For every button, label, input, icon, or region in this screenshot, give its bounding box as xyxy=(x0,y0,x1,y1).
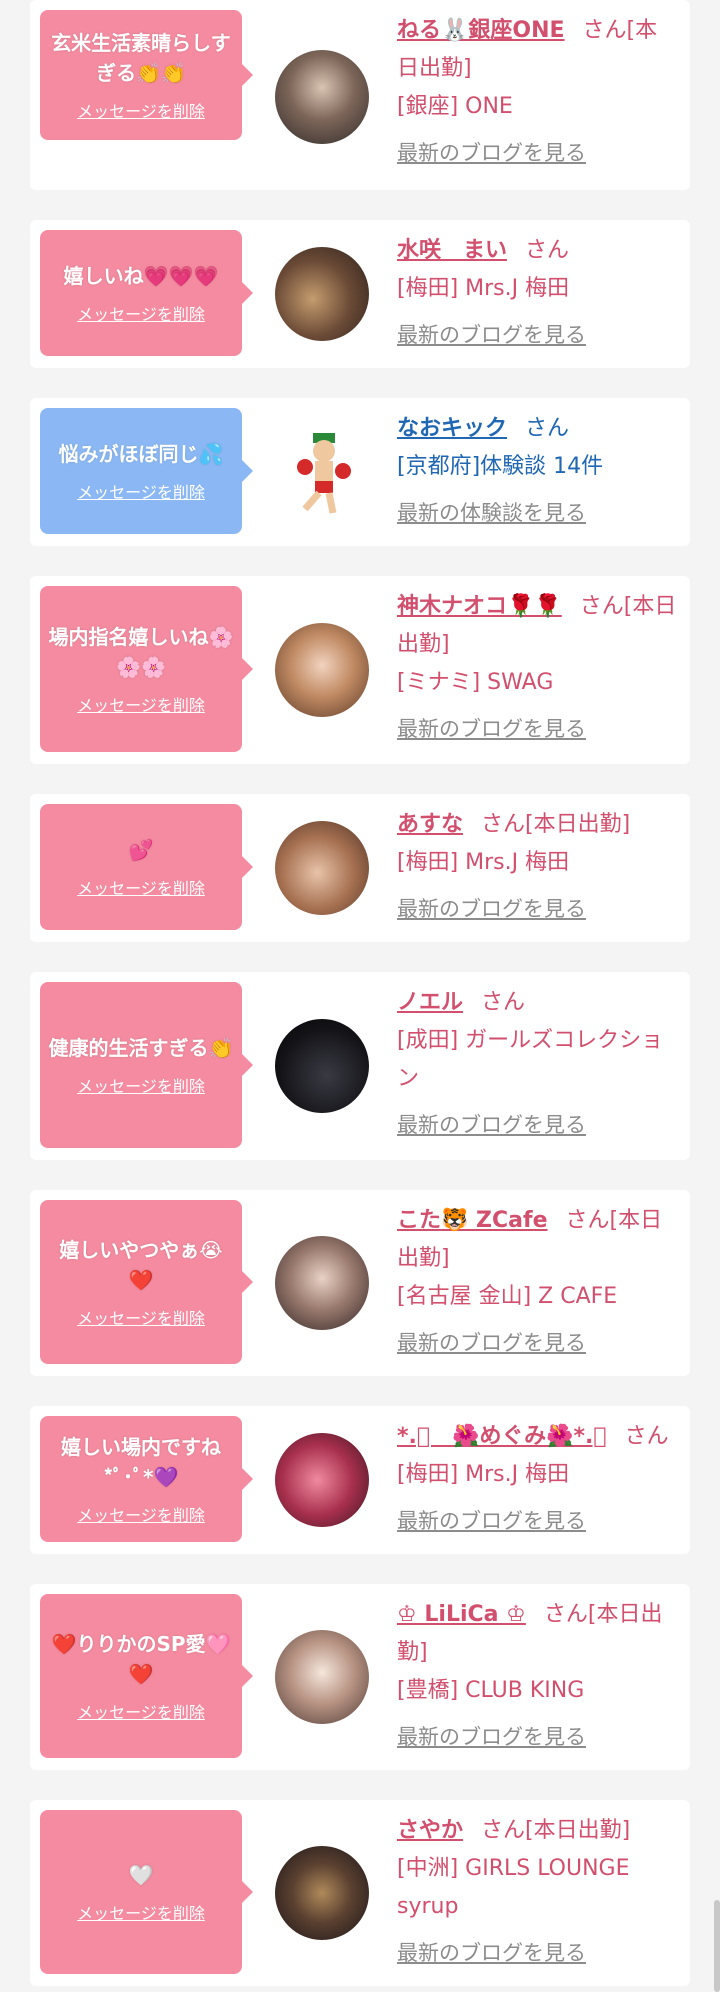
user-info: ねる🐰銀座ONE さん[本日出勤] [銀座] ONE 最新のブログを見る xyxy=(397,12,678,173)
message-text: 🤍 xyxy=(128,1863,154,1887)
user-info: こた🐯 ZCafe さん[本日出勤] [名古屋 金山] Z CAFE 最新のブログ… xyxy=(397,1202,678,1363)
user-name-link[interactable]: なおキック xyxy=(397,416,507,441)
latest-blog-link[interactable]: 最新のブログを見る xyxy=(397,1502,586,1540)
shop-name: [名古屋 金山] Z CAFE xyxy=(397,1284,618,1309)
user-name-link[interactable]: 水咲 まい xyxy=(397,238,507,263)
user-info: ♔ LiLiCa ♔ さん[本日出勤] [豊橋] CLUB KING 最新のブログ… xyxy=(397,1596,678,1757)
user-info: さやか さん[本日出勤] [中洲] GIRLS LOUNGE syrup 最新のブ… xyxy=(397,1812,678,1973)
delete-message-link[interactable]: メッセージを削除 xyxy=(77,1900,205,1924)
message-text: 嬉しい場内ですね*ﾟ･ﾟ*💜 xyxy=(61,1435,221,1489)
message-card: 嬉しいね💗💗💗 メッセージを削除 水咲 まい さん [梅田] Mrs.J 梅田 最… xyxy=(30,220,690,368)
user-status: さん[本日出勤] xyxy=(481,1818,631,1843)
message-card: 玄米生活素晴らしすぎる👏👏 メッセージを削除 ねる🐰銀座ONE さん[本日出勤] … xyxy=(30,0,690,190)
latest-blog-link[interactable]: 最新のブログを見る xyxy=(397,134,586,172)
user-status: さん xyxy=(525,416,570,441)
latest-blog-link[interactable]: 最新のブログを見る xyxy=(397,890,586,928)
message-bubble: 玄米生活素晴らしすぎる👏👏 メッセージを削除 xyxy=(40,10,253,140)
latest-blog-link[interactable]: 最新のブログを見る xyxy=(397,1718,586,1756)
user-info: なおキック さん [京都府]体験談 14件 最新の体験談を見る xyxy=(397,410,678,533)
user-name-link[interactable]: ねる🐰銀座ONE xyxy=(397,18,565,43)
avatar[interactable] xyxy=(275,50,369,144)
shop-name: [京都府]体験談 14件 xyxy=(397,454,604,479)
shop-name: [梅田] Mrs.J 梅田 xyxy=(397,276,570,301)
user-name-link[interactable]: ノエル xyxy=(397,990,463,1015)
delete-message-link[interactable]: メッセージを削除 xyxy=(77,875,205,899)
shop-name: [ミナミ] SWAG xyxy=(397,670,554,695)
avatar[interactable] xyxy=(275,623,369,717)
shop-name: [銀座] ONE xyxy=(397,94,513,119)
avatar[interactable] xyxy=(275,1433,369,1527)
user-info: 水咲 まい さん [梅田] Mrs.J 梅田 最新のブログを見る xyxy=(397,232,678,355)
message-bubble: 嬉しいやつやぁ😭❤️ メッセージを削除 xyxy=(40,1200,253,1364)
message-bubble: 💕 メッセージを削除 xyxy=(40,804,253,930)
avatar[interactable] xyxy=(275,247,369,341)
user-name-link[interactable]: こた🐯 ZCafe xyxy=(397,1208,548,1233)
message-bubble: 悩みがほぼ同じ💦 メッセージを削除 xyxy=(40,408,253,534)
latest-blog-link[interactable]: 最新のブログを見る xyxy=(397,316,586,354)
delete-message-link[interactable]: メッセージを削除 xyxy=(77,301,205,325)
latest-blog-link[interactable]: 最新のブログを見る xyxy=(397,1106,586,1144)
shop-name: [中洲] GIRLS LOUNGE syrup xyxy=(397,1856,630,1919)
message-text: 嬉しいね💗💗💗 xyxy=(63,264,219,288)
avatar[interactable] xyxy=(275,821,369,915)
scrollbar[interactable] xyxy=(714,1900,720,1992)
message-bubble: 嬉しい場内ですね*ﾟ･ﾟ*💜 メッセージを削除 xyxy=(40,1416,253,1542)
message-bubble: 場内指名嬉しいね🌸🌸🌸 メッセージを削除 xyxy=(40,586,253,752)
message-bubble: 🤍 メッセージを削除 xyxy=(40,1810,253,1974)
message-text: 嬉しいやつやぁ😭❤️ xyxy=(59,1238,223,1292)
message-card: 嬉しいやつやぁ😭❤️ メッセージを削除 こた🐯 ZCafe さん[本日出勤] [名… xyxy=(30,1190,690,1376)
message-card: 悩みがほぼ同じ💦 メッセージを削除 なおキック さん [京都府]体験談 14件 最… xyxy=(30,398,690,546)
delete-message-link[interactable]: メッセージを削除 xyxy=(77,1502,205,1526)
message-text: ❤️りりかのSP愛🩷❤️ xyxy=(51,1632,231,1686)
message-text: 💕 xyxy=(128,838,154,862)
avatar[interactable] xyxy=(275,1236,369,1330)
avatar[interactable] xyxy=(275,1846,369,1940)
latest-review-link[interactable]: 最新の体験談を見る xyxy=(397,494,586,532)
user-status: さん[本日出勤] xyxy=(481,812,631,837)
message-text: 健康的生活すぎる👏 xyxy=(48,1036,234,1060)
latest-blog-link[interactable]: 最新のブログを見る xyxy=(397,1324,586,1362)
message-text: 玄米生活素晴らしすぎる👏👏 xyxy=(51,31,231,85)
user-info: *.ﾟ 🌺めぐみ🌺*.ﾟ さん [梅田] Mrs.J 梅田 最新のブログを見る xyxy=(397,1418,678,1541)
user-status: さん xyxy=(624,1424,669,1449)
latest-blog-link[interactable]: 最新のブログを見る xyxy=(397,1934,586,1972)
delete-message-link[interactable]: メッセージを削除 xyxy=(77,479,205,503)
message-bubble: ❤️りりかのSP愛🩷❤️ メッセージを削除 xyxy=(40,1594,253,1758)
user-name-link[interactable]: 神木ナオコ🌹🌹 xyxy=(397,594,562,619)
message-text: 場内指名嬉しいね🌸🌸🌸 xyxy=(48,625,234,679)
message-bubble: 嬉しいね💗💗💗 メッセージを削除 xyxy=(40,230,253,356)
user-info: 神木ナオコ🌹🌹 さん[本日出勤] [ミナミ] SWAG 最新のブログを見る xyxy=(397,588,678,749)
delete-message-link[interactable]: メッセージを削除 xyxy=(77,1699,205,1723)
user-info: あすな さん[本日出勤] [梅田] Mrs.J 梅田 最新のブログを見る xyxy=(397,806,678,929)
message-bubble: 健康的生活すぎる👏 メッセージを削除 xyxy=(40,982,253,1148)
delete-message-link[interactable]: メッセージを削除 xyxy=(77,1305,205,1329)
message-card: 嬉しい場内ですね*ﾟ･ﾟ*💜 メッセージを削除 *.ﾟ 🌺めぐみ🌺*.ﾟ さん [… xyxy=(30,1406,690,1554)
delete-message-link[interactable]: メッセージを削除 xyxy=(77,1073,205,1097)
message-card: 🤍 メッセージを削除 さやか さん[本日出勤] [中洲] GIRLS LOUNGE… xyxy=(30,1800,690,1986)
shop-name: [梅田] Mrs.J 梅田 xyxy=(397,850,570,875)
user-name-link[interactable]: *.ﾟ 🌺めぐみ🌺*.ﾟ xyxy=(397,1424,607,1449)
delete-message-link[interactable]: メッセージを削除 xyxy=(77,692,205,716)
avatar[interactable] xyxy=(275,1630,369,1724)
user-status: さん xyxy=(525,238,570,263)
message-card: 健康的生活すぎる👏 メッセージを削除 ノエル さん [成田] ガールズコレクション… xyxy=(30,972,690,1160)
latest-blog-link[interactable]: 最新のブログを見る xyxy=(397,710,586,748)
user-name-link[interactable]: ♔ LiLiCa ♔ xyxy=(397,1602,526,1627)
message-card: ❤️りりかのSP愛🩷❤️ メッセージを削除 ♔ LiLiCa ♔ さん[本日出勤]… xyxy=(30,1584,690,1770)
user-info: ノエル さん [成田] ガールズコレクション 最新のブログを見る xyxy=(397,984,678,1145)
delete-message-link[interactable]: メッセージを削除 xyxy=(77,98,205,122)
kickboxer-icon[interactable] xyxy=(275,425,369,519)
user-name-link[interactable]: あすな xyxy=(397,812,463,837)
user-name-link[interactable]: さやか xyxy=(397,1818,463,1843)
shop-name: [梅田] Mrs.J 梅田 xyxy=(397,1462,570,1487)
user-status: さん xyxy=(481,990,526,1015)
message-card: 💕 メッセージを削除 あすな さん[本日出勤] [梅田] Mrs.J 梅田 最新の… xyxy=(30,794,690,942)
message-card: 場内指名嬉しいね🌸🌸🌸 メッセージを削除 神木ナオコ🌹🌹 さん[本日出勤] [ミナ… xyxy=(30,576,690,764)
shop-name: [成田] ガールズコレクション xyxy=(397,1028,664,1091)
avatar[interactable] xyxy=(275,1019,369,1113)
shop-name: [豊橋] CLUB KING xyxy=(397,1678,585,1703)
message-text: 悩みがほぼ同じ💦 xyxy=(58,442,224,466)
